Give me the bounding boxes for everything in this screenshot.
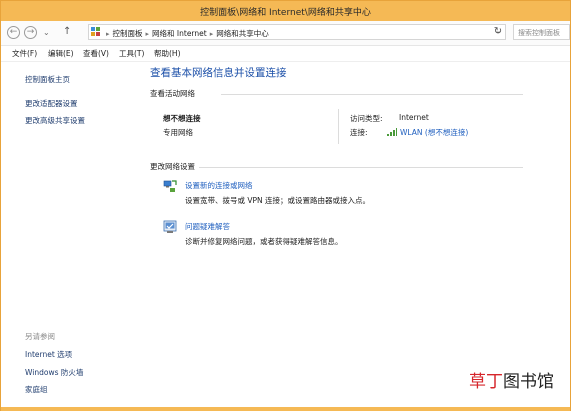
troubleshoot-desc: 诊断并修复网络问题，或者获得疑难解答信息。 <box>185 237 343 246</box>
wifi-signal-icon <box>387 128 397 136</box>
sidebar-link-advanced-sharing[interactable]: 更改高级共享设置 <box>25 115 85 126</box>
access-type-label: 访问类型: <box>350 114 383 123</box>
search-placeholder: 搜索控制面板 <box>518 29 560 37</box>
title-bar: 控制面板\网络和 Internet\网络和共享中心 <box>1 1 570 21</box>
see-also-windows-firewall[interactable]: Windows 防火墙 <box>25 367 83 378</box>
page-title: 查看基本网络信息并设置连接 <box>150 67 287 79</box>
menu-bar: 文件(F) 编辑(E) 查看(V) 工具(T) 帮助(H) <box>1 46 570 62</box>
address-row: ← → ⌄ ↑ ▸ 控制面板 ▸ 网络和 Internet ▸ 网络和共享中心 ⌄ ↻ 搜… <box>1 21 570 46</box>
section-divider <box>199 167 523 168</box>
control-panel-icon <box>91 27 100 36</box>
window: 控制面板\网络和 Internet\网络和共享中心 ← → ⌄ ↑ ▸ 控制面板 ▸… <box>0 0 571 411</box>
window-title: 控制面板\网络和 Internet\网络和共享中心 <box>200 8 371 18</box>
watermark-logo: 草丁图书馆 <box>469 367 565 392</box>
see-also-homegroup[interactable]: 家庭组 <box>25 384 48 395</box>
recent-pages-chevron-icon[interactable]: ⌄ <box>43 28 50 37</box>
breadcrumb-separator-icon[interactable]: ▸ <box>146 30 150 38</box>
sidebar-link-control-panel-home[interactable]: 控制面板主页 <box>25 74 70 85</box>
breadcrumb-item[interactable]: 网络和 Internet <box>152 29 207 38</box>
troubleshoot-link[interactable]: 问题疑难解答 <box>185 221 230 232</box>
breadcrumb-separator-icon: ▸ <box>106 30 110 38</box>
network-name: 想不想连接 <box>163 114 201 123</box>
vertical-divider <box>338 109 339 144</box>
watermark-text: 草丁图书馆 <box>469 372 554 392</box>
search-input[interactable]: 搜索控制面板 <box>513 24 570 40</box>
menu-tools[interactable]: 工具(T) <box>119 48 144 59</box>
window-bottom-border <box>1 407 570 411</box>
troubleshoot-icon <box>163 220 177 233</box>
breadcrumb-separator-icon[interactable]: ▸ <box>210 30 214 38</box>
connections-label: 连接: <box>350 128 368 137</box>
address-bar[interactable]: ▸ 控制面板 ▸ 网络和 Internet ▸ 网络和共享中心 ⌄ <box>88 24 506 40</box>
access-type-value: Internet <box>399 113 429 122</box>
network-setup-icon <box>163 180 177 192</box>
change-settings-heading: 更改网络设置 <box>150 162 195 171</box>
breadcrumb-item[interactable]: 网络和共享中心 <box>216 29 269 38</box>
wlan-connection-link[interactable]: WLAN (想不想连接) <box>387 127 468 138</box>
sidebar-link-adapter-settings[interactable]: 更改适配器设置 <box>25 98 78 109</box>
see-also-heading: 另请参阅 <box>25 332 55 341</box>
setup-new-connection-link[interactable]: 设置新的连接或网络 <box>185 180 253 191</box>
active-networks-heading: 查看活动网络 <box>150 89 195 98</box>
breadcrumb: ▸ 控制面板 ▸ 网络和 Internet ▸ 网络和共享中心 <box>103 28 269 39</box>
network-profile[interactable]: 专用网络 <box>163 127 193 138</box>
refresh-button[interactable]: ↻ <box>491 25 505 39</box>
up-button[interactable]: ↑ <box>63 26 71 37</box>
menu-help[interactable]: 帮助(H) <box>154 48 181 59</box>
menu-file[interactable]: 文件(F) <box>12 48 37 59</box>
main-content: 查看基本网络信息并设置连接 查看活动网络 想不想连接 专用网络 访问类型: In… <box>139 62 570 407</box>
sidebar: 控制面板主页 更改适配器设置 更改高级共享设置 另请参阅 Internet 选项… <box>1 62 139 407</box>
see-also-internet-options[interactable]: Internet 选项 <box>25 349 72 360</box>
wlan-connection-label: WLAN (想不想连接) <box>400 128 469 137</box>
back-button[interactable]: ← <box>7 26 20 39</box>
forward-button[interactable]: → <box>24 26 37 39</box>
menu-edit[interactable]: 编辑(E) <box>48 48 74 59</box>
menu-view[interactable]: 查看(V) <box>83 48 109 59</box>
setup-new-connection-desc: 设置宽带、拨号或 VPN 连接；或设置路由器或接入点。 <box>185 196 371 205</box>
breadcrumb-item[interactable]: 控制面板 <box>113 29 143 38</box>
section-divider <box>221 94 523 95</box>
